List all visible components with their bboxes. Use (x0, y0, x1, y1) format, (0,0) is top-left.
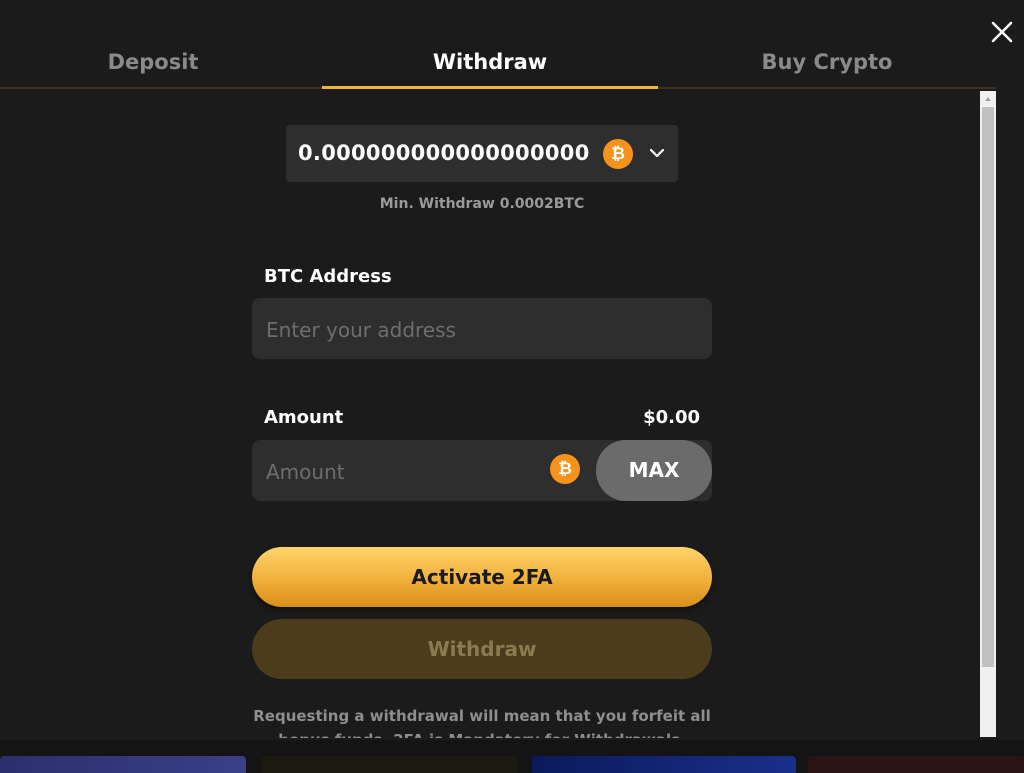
tab-bar: Deposit Withdraw Buy Crypto (0, 36, 996, 90)
btc-address-label: BTC Address (264, 266, 392, 287)
chevron-down-icon (648, 144, 666, 162)
scroll-up-arrow-icon[interactable] (980, 91, 996, 107)
activate-2fa-button[interactable]: Activate 2FA (252, 547, 712, 607)
scrollbar-thumb[interactable] (982, 107, 994, 667)
min-withdraw-text: Min. Withdraw 0.0002BTC (379, 196, 585, 212)
tab-withdraw[interactable]: Withdraw (322, 36, 658, 88)
btc-address-input[interactable] (264, 298, 704, 361)
max-button[interactable]: MAX (596, 440, 712, 501)
withdraw-notice: Requesting a withdrawal will mean that y… (253, 707, 711, 738)
active-tab-indicator (322, 86, 658, 89)
btc-address-field-wrapper (252, 298, 712, 361)
currency-balance: 0.000000000000000000 (298, 141, 590, 165)
game-thumbnail (262, 756, 518, 773)
scrollbar[interactable] (980, 91, 996, 737)
game-thumbnail (0, 756, 246, 773)
amount-label: Amount (264, 407, 344, 428)
bitcoin-icon: ₿ (550, 454, 580, 484)
amount-usd-value: $0.00 (643, 407, 700, 428)
tab-deposit[interactable]: Deposit (0, 36, 321, 88)
amount-field-wrapper: ₿ MAX (252, 440, 712, 503)
game-thumbnail (532, 756, 796, 773)
game-thumbnail (808, 756, 1024, 773)
currency-dropdown[interactable]: 0.000000000000000000 ₿ (286, 125, 678, 182)
tab-buy-crypto[interactable]: Buy Crypto (659, 36, 995, 88)
background-game-strip (0, 740, 1024, 773)
bitcoin-icon: ₿ (603, 139, 633, 169)
withdraw-modal: Deposit Withdraw Buy Crypto 0.0000000000… (0, 0, 1024, 773)
amount-input[interactable] (264, 440, 538, 503)
withdraw-button[interactable]: Withdraw (252, 619, 712, 679)
